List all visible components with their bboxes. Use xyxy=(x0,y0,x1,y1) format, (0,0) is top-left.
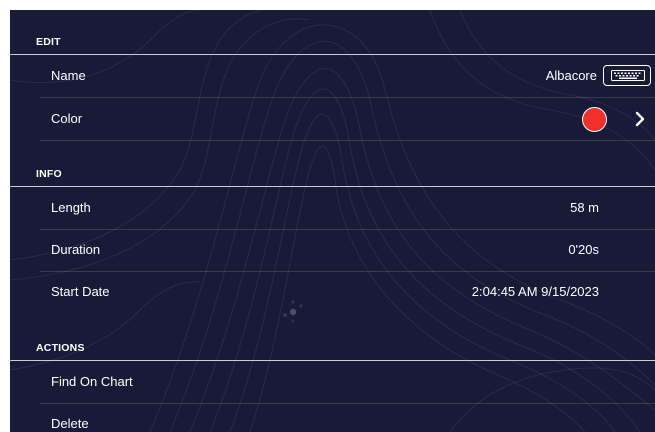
actions-section-header: ACTIONS xyxy=(10,340,655,361)
edit-section-header: EDIT xyxy=(10,34,655,55)
actions-section-title: ACTIONS xyxy=(36,342,85,354)
name-value: Albacore xyxy=(545,68,597,83)
color-label: Color xyxy=(51,111,83,126)
loading-indicator-icon xyxy=(283,300,303,323)
keyboard-icon xyxy=(611,70,645,81)
color-row[interactable]: Color xyxy=(40,98,655,141)
name-row[interactable]: Name Albacore xyxy=(40,55,655,98)
delete-label: Delete xyxy=(51,416,89,431)
start-date-row: Start Date 2:04:45 AM 9/15/2023 xyxy=(40,271,655,313)
chevron-right-icon[interactable] xyxy=(633,111,647,127)
keyboard-button[interactable] xyxy=(603,65,651,86)
length-value: 58 m xyxy=(570,200,599,215)
color-swatch[interactable] xyxy=(582,107,607,132)
duration-label: Duration xyxy=(51,242,101,257)
info-section-title: INFO xyxy=(36,168,62,180)
name-label: Name xyxy=(51,68,86,83)
edit-section-title: EDIT xyxy=(36,36,61,48)
start-date-value: 2:04:45 AM 9/15/2023 xyxy=(471,284,599,299)
length-label: Length xyxy=(51,200,91,215)
find-on-chart-row[interactable]: Find On Chart xyxy=(40,361,655,404)
start-date-label: Start Date xyxy=(51,284,110,299)
track-panel: EDIT Name Albacore Color INFO Length 58 … xyxy=(10,10,655,432)
delete-row[interactable]: Delete xyxy=(40,403,655,432)
length-row: Length 58 m xyxy=(40,187,655,230)
duration-row: Duration 0'20s xyxy=(40,229,655,272)
duration-value: 0'20s xyxy=(568,242,599,257)
find-on-chart-label: Find On Chart xyxy=(51,374,133,389)
info-section-header: INFO xyxy=(10,166,655,187)
track-detail-screen: EDIT Name Albacore Color INFO Length 58 … xyxy=(10,10,655,432)
